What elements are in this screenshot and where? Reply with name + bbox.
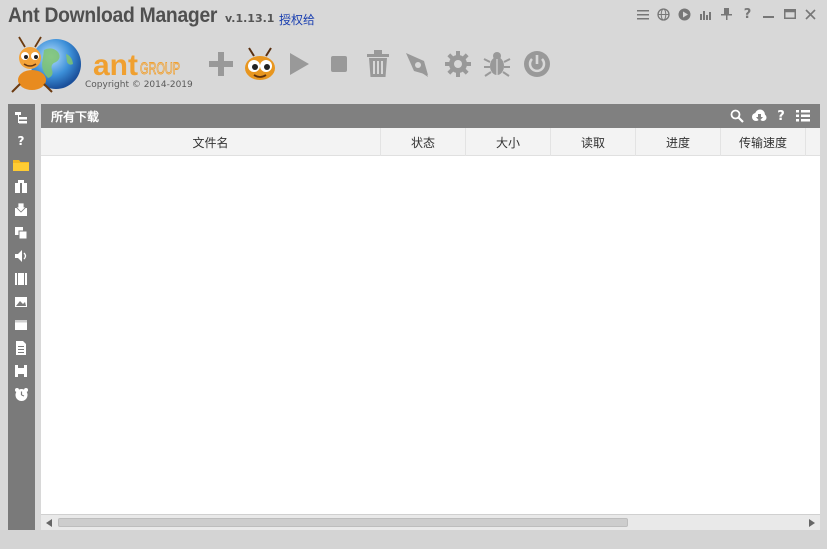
window-icon[interactable] xyxy=(12,316,30,334)
panel-tools: ? xyxy=(726,107,814,125)
add-icon[interactable] xyxy=(203,46,239,82)
ant-group-logo: ant GROUP xyxy=(93,47,183,82)
image-icon[interactable] xyxy=(12,293,30,311)
rocket-icon[interactable] xyxy=(399,46,435,82)
delete-icon[interactable] xyxy=(360,46,396,82)
ant-mascot-icon[interactable] xyxy=(242,46,278,82)
play-icon[interactable] xyxy=(281,46,317,82)
unknown-icon[interactable]: ? xyxy=(12,132,30,150)
brand-text: ant xyxy=(93,49,138,79)
document-icon[interactable] xyxy=(12,339,30,357)
play-circle-icon[interactable] xyxy=(674,5,695,23)
help-icon[interactable]: ? xyxy=(737,5,758,23)
globe-icon[interactable] xyxy=(653,5,674,23)
app-title: Ant Download Manager xyxy=(8,4,218,27)
version-label: v.1.13.1 xyxy=(225,12,275,25)
settings-icon[interactable] xyxy=(440,46,476,82)
help-icon[interactable]: ? xyxy=(770,107,792,125)
close-icon[interactable] xyxy=(800,5,821,23)
category-sidebar: ? xyxy=(8,104,35,530)
column-read[interactable]: 读取 xyxy=(551,128,636,156)
downloads-panel-header: 所有下载 ? xyxy=(41,104,820,128)
scroll-left-icon[interactable] xyxy=(43,517,55,529)
license-link[interactable]: 授权给 xyxy=(279,11,315,28)
scroll-right-icon[interactable] xyxy=(806,517,818,529)
download-box-icon[interactable] xyxy=(12,201,30,219)
archive-icon[interactable] xyxy=(12,178,30,196)
column-progress[interactable]: 进度 xyxy=(636,128,721,156)
column-header-row: 文件名 状态 大小 读取 进度 传输速度 xyxy=(41,128,820,156)
list-view-icon[interactable] xyxy=(792,107,814,125)
status-bar xyxy=(0,530,827,549)
panel-title: 所有下载 xyxy=(51,110,100,124)
column-size[interactable]: 大小 xyxy=(466,128,551,156)
downloads-list[interactable] xyxy=(41,156,820,514)
stop-icon[interactable] xyxy=(321,46,357,82)
window-controls: ? xyxy=(632,5,821,23)
horizontal-scrollbar[interactable] xyxy=(41,514,820,530)
alarm-icon[interactable] xyxy=(12,385,30,403)
equalizer-icon[interactable] xyxy=(695,5,716,23)
column-status[interactable]: 状态 xyxy=(381,128,466,156)
cloud-download-icon[interactable] xyxy=(748,107,770,125)
menu-icon[interactable] xyxy=(632,5,653,23)
column-filename[interactable]: 文件名 xyxy=(41,128,381,156)
restore-icon[interactable] xyxy=(779,5,800,23)
bug-icon[interactable] xyxy=(479,46,515,82)
group-text: GROUP xyxy=(140,59,180,78)
minimize-icon[interactable] xyxy=(758,5,779,23)
program-icon[interactable] xyxy=(12,362,30,380)
pin-icon[interactable] xyxy=(716,5,737,23)
search-icon[interactable] xyxy=(726,107,748,125)
column-speed[interactable]: 传输速度 xyxy=(721,128,806,156)
audio-icon[interactable] xyxy=(12,247,30,265)
ant-globe-logo xyxy=(10,34,84,96)
scroll-thumb[interactable] xyxy=(58,518,628,527)
video-icon[interactable] xyxy=(12,270,30,288)
folder-icon[interactable] xyxy=(12,155,30,173)
copyright-text: Copyright © 2014-2019 xyxy=(85,80,193,90)
copy-icon[interactable] xyxy=(12,224,30,242)
power-icon[interactable] xyxy=(519,46,555,82)
tree-icon[interactable] xyxy=(12,109,30,127)
